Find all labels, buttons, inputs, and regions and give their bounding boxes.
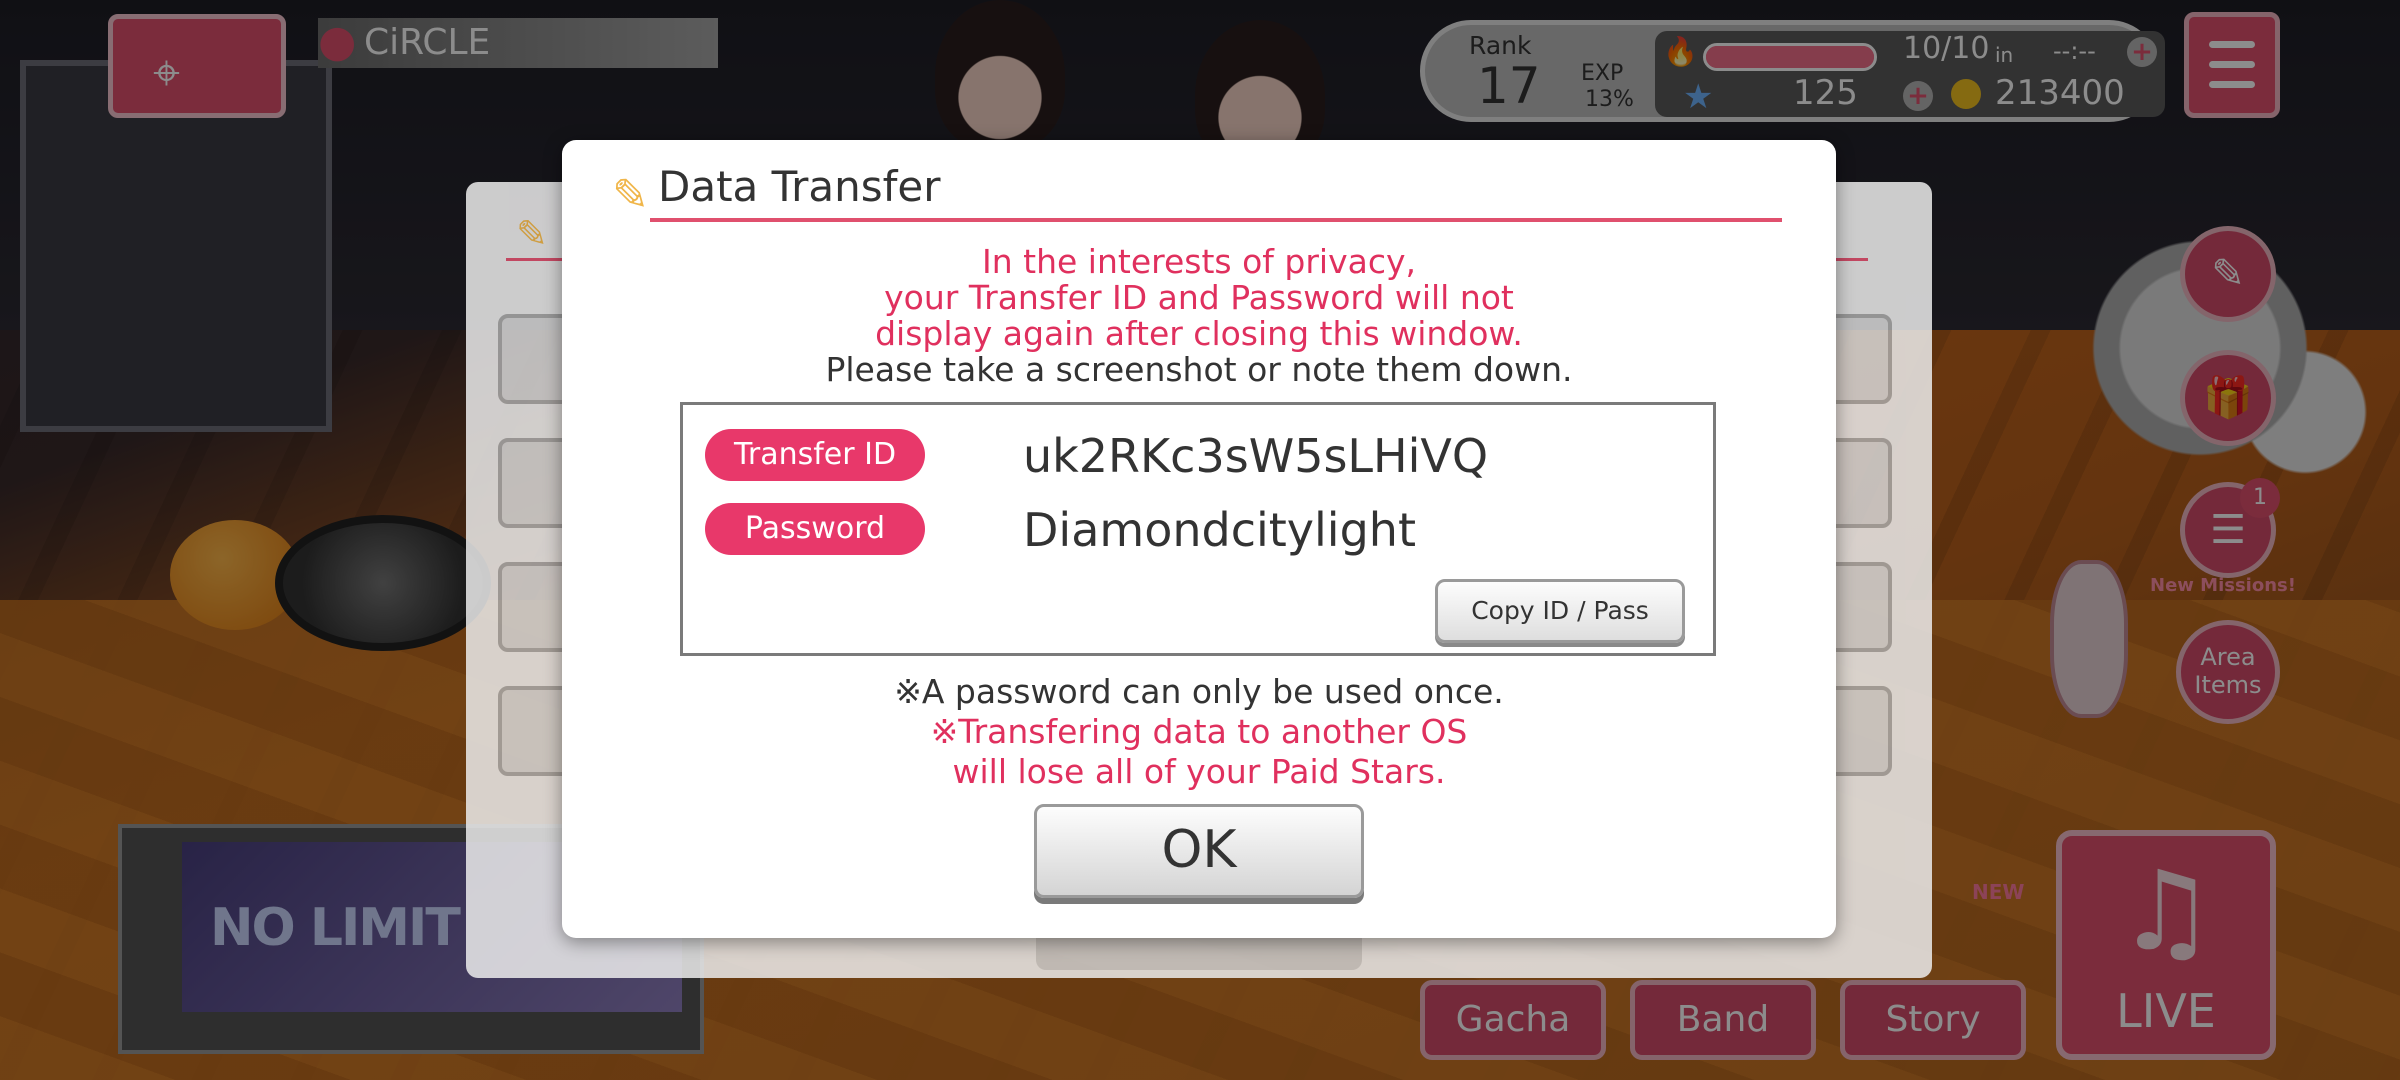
privacy-notice-line-2: your Transfer ID and Password will not [884, 278, 1514, 317]
password-label: Password [705, 503, 925, 555]
copy-id-pass-button[interactable]: Copy ID / Pass [1435, 579, 1685, 643]
credentials-box: Transfer ID uk2RKc3sW5sLHiVQ Password Di… [680, 402, 1716, 656]
transfer-id-value: uk2RKc3sW5sLHiVQ [1023, 429, 1489, 483]
dialog-title: Data Transfer [658, 162, 941, 211]
os-warning-line-2: will lose all of your Paid Stars. [952, 752, 1446, 791]
ok-button[interactable]: OK [1034, 804, 1364, 898]
password-value: Diamondcitylight [1023, 503, 1416, 557]
os-warning-line-1: ※Transfering data to another OS [930, 712, 1468, 751]
pen-icon: ✎ [612, 170, 649, 221]
pen-icon: ✎ [516, 212, 548, 256]
privacy-notice-line-1: In the interests of privacy, [982, 242, 1416, 281]
transfer-id-label: Transfer ID [705, 429, 925, 481]
screenshot-hint: Please take a screenshot or note them do… [825, 350, 1573, 389]
privacy-notice-line-3: display again after closing this window. [875, 314, 1523, 353]
data-transfer-dialog: ✎ Data Transfer In the interests of priv… [562, 140, 1836, 938]
title-underline [650, 218, 1782, 222]
once-notice: ※A password can only be used once. [894, 672, 1504, 711]
